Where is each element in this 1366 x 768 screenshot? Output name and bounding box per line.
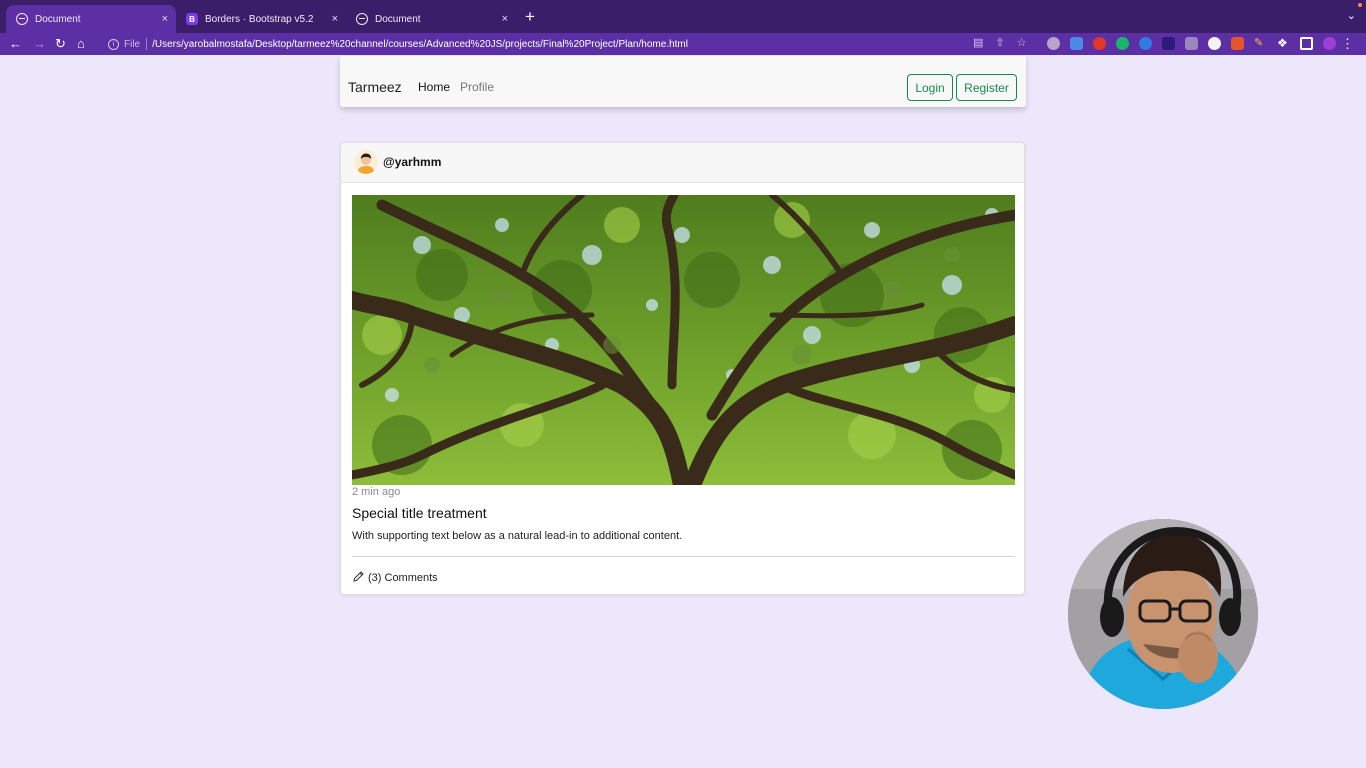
post-card: @yarhmm 2 min ago Special title treatmen…	[340, 142, 1025, 595]
globe-icon	[16, 13, 28, 25]
home-icon[interactable]: ⌂	[77, 35, 85, 53]
login-button[interactable]: Login	[907, 74, 953, 101]
extension-icon[interactable]	[1116, 37, 1129, 50]
browser-tabstrip: Document × B Borders · Bootstrap v5.2 × …	[0, 0, 1366, 33]
extension-icon[interactable]	[1162, 37, 1175, 50]
tab-title: Borders · Bootstrap v5.2	[205, 13, 314, 25]
close-icon[interactable]: ×	[162, 13, 168, 25]
browser-toolbar: ← → ↻ ⌂ i File /Users/yarobalmostafa/Des…	[0, 33, 1366, 55]
post-header: @yarhmm	[341, 143, 1024, 183]
address-url[interactable]: /Users/yarobalmostafa/Desktop/tarmeez%20…	[152, 39, 688, 50]
globe-icon	[356, 13, 368, 25]
share-icon[interactable]: ⇧	[995, 36, 1004, 49]
navbar-brand[interactable]: Tarmeez	[348, 79, 402, 95]
post-timestamp: 2 min ago	[352, 486, 401, 498]
menu-kebab-icon[interactable]: ⋮	[1341, 36, 1354, 52]
forward-arrow-icon[interactable]: →	[33, 35, 46, 53]
translate-icon[interactable]: ▤	[973, 36, 983, 49]
nav-link-home[interactable]: Home	[418, 80, 450, 94]
close-icon[interactable]: ×	[332, 13, 338, 25]
post-title: Special title treatment	[352, 505, 487, 521]
omnibox-actions: ▤ ⇧ ☆	[973, 36, 1027, 49]
comments-link[interactable]: (3) Comments	[352, 570, 438, 586]
side-panel-icon[interactable]	[1300, 37, 1313, 50]
avatar[interactable]	[354, 150, 378, 174]
webcam-overlay	[1068, 519, 1258, 709]
tab-search-chevron-icon[interactable]: ⌄	[1347, 9, 1356, 22]
recording-dot-icon	[1358, 3, 1362, 7]
extension-icon[interactable]	[1139, 37, 1152, 50]
post-username[interactable]: @yarhmm	[383, 155, 441, 169]
extension-icon[interactable]	[1047, 37, 1060, 50]
browser-tab-bootstrap[interactable]: B Borders · Bootstrap v5.2 ×	[176, 5, 346, 33]
card-divider	[352, 556, 1015, 557]
site-navbar: Tarmeez Home Profile Login Register	[340, 56, 1026, 107]
post-image-tree	[352, 195, 1015, 485]
back-arrow-icon[interactable]: ←	[9, 35, 22, 53]
pencil-icon	[352, 570, 365, 586]
extension-icon[interactable]	[1185, 37, 1198, 50]
extensions-bar: ✎ ❖	[1047, 37, 1336, 50]
bookmark-star-icon[interactable]: ☆	[1017, 36, 1027, 49]
pencil-extension-icon[interactable]: ✎	[1254, 37, 1267, 50]
address-bar[interactable]: i File /Users/yarobalmostafa/Desktop/tar…	[100, 35, 1040, 53]
nav-link-profile[interactable]: Profile	[460, 80, 494, 94]
address-separator	[146, 38, 148, 50]
reload-icon[interactable]: ↻	[55, 35, 66, 53]
address-scheme: File	[124, 38, 141, 50]
post-body-text: With supporting text below as a natural …	[352, 530, 683, 542]
browser-tab-document-2[interactable]: Document ×	[346, 5, 516, 33]
profile-avatar-icon[interactable]	[1323, 37, 1336, 50]
browser-tab-document-1[interactable]: Document ×	[6, 5, 176, 33]
extension-icon[interactable]	[1093, 37, 1106, 50]
puzzle-icon[interactable]: ❖	[1277, 37, 1290, 50]
tab-title: Document	[375, 13, 421, 25]
extension-icon[interactable]	[1070, 37, 1083, 50]
comments-count[interactable]: (3) Comments	[368, 572, 438, 584]
new-tab-button[interactable]: +	[525, 7, 535, 27]
register-button[interactable]: Register	[956, 74, 1017, 101]
bootstrap-icon: B	[186, 13, 198, 25]
close-icon[interactable]: ×	[502, 13, 508, 25]
info-icon[interactable]: i	[108, 38, 119, 50]
extension-icon[interactable]	[1208, 37, 1221, 50]
tab-title: Document	[35, 13, 81, 25]
extension-icon[interactable]	[1231, 37, 1244, 50]
